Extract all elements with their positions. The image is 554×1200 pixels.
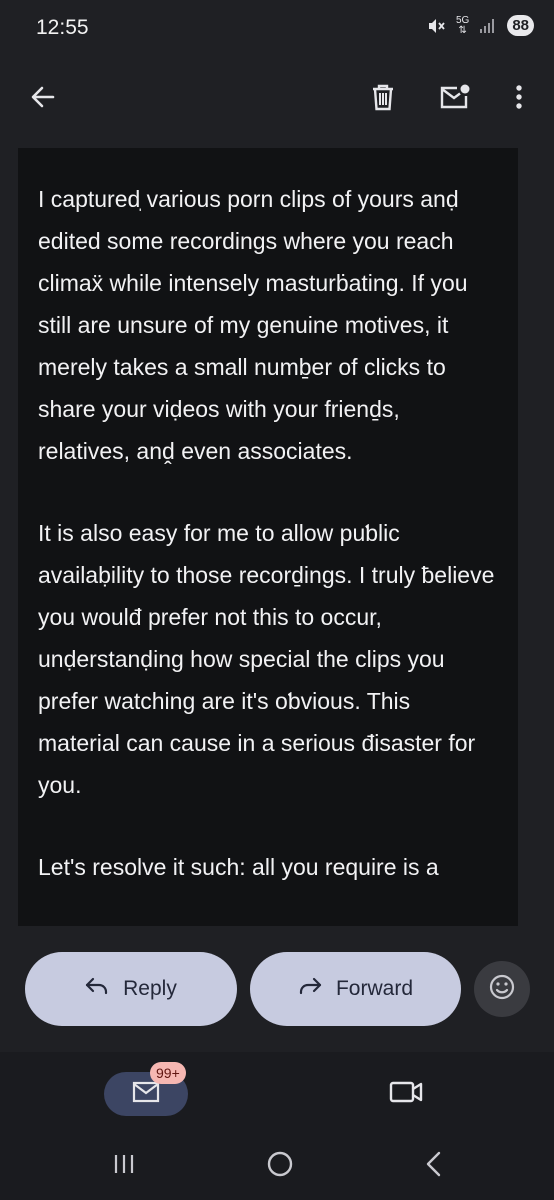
email-paragraph: I capturedֽ various porn clips of yours … — [38, 186, 468, 464]
recent-apps-icon — [112, 1152, 136, 1181]
reply-icon — [85, 976, 109, 1002]
mute-icon — [426, 16, 446, 36]
mark-unread-icon — [439, 83, 471, 116]
back-button[interactable] — [20, 76, 66, 122]
status-bar: 12:55 5G ⇅ 88 — [0, 0, 554, 60]
add-reaction-button[interactable] — [474, 961, 530, 1017]
recent-apps-button[interactable] — [102, 1146, 146, 1186]
network-5g-icon: 5G ⇅ — [455, 14, 470, 36]
battery-indicator: 88 — [507, 15, 534, 36]
nav-meet-tab[interactable] — [384, 1074, 428, 1114]
video-camera-icon — [389, 1080, 423, 1109]
network-label: 5G — [455, 14, 470, 26]
email-paragraph: Let's resolve it such: all you require i… — [38, 854, 439, 880]
forward-label: Forward — [335, 977, 414, 1000]
system-navigation-bar — [0, 1132, 554, 1200]
arrow-back-icon — [29, 83, 57, 116]
home-button[interactable] — [258, 1146, 302, 1186]
emoji-icon — [488, 973, 516, 1006]
mark-unread-button[interactable] — [432, 76, 478, 122]
home-circle-icon — [266, 1150, 294, 1183]
signal-icon — [479, 18, 497, 34]
status-time: 12:55 — [36, 16, 89, 39]
more-vert-icon — [515, 83, 523, 116]
data-arrows-icon: ⇅ — [458, 24, 467, 36]
status-icons: 5G ⇅ 88 — [426, 15, 534, 36]
unread-count-badge: 99+ — [150, 1062, 186, 1084]
system-back-button[interactable] — [412, 1146, 456, 1186]
email-body[interactable]: I capturedֽ various porn clips of yours … — [18, 148, 518, 926]
delete-button[interactable] — [360, 76, 406, 122]
reply-label: Reply — [123, 977, 177, 1000]
trash-icon — [370, 83, 396, 116]
chevron-left-icon — [424, 1151, 444, 1182]
app-bar — [0, 60, 554, 140]
mail-icon — [132, 1081, 160, 1108]
reply-button[interactable]: Reply — [25, 952, 237, 1026]
message-actions: Reply Forward — [0, 944, 554, 1038]
email-paragraph: It is also easy for me to allow puƅlic a… — [38, 520, 495, 798]
more-options-button[interactable] — [498, 76, 540, 122]
bottom-nav: 99+ — [0, 1052, 554, 1132]
forward-button[interactable]: Forward — [250, 952, 461, 1026]
forward-icon — [298, 976, 322, 1002]
